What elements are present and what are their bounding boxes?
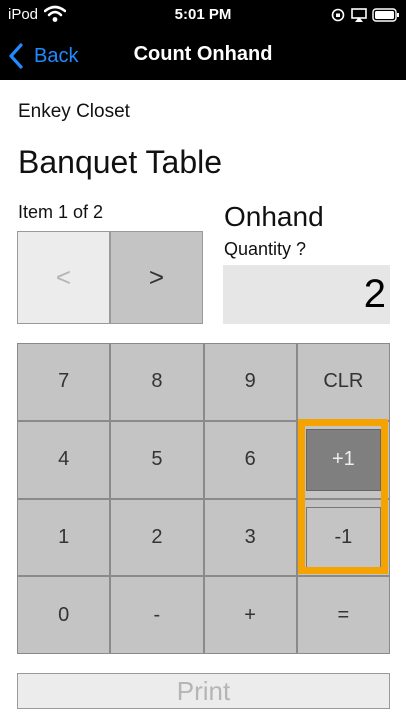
onhand-heading: Onhand (224, 201, 324, 232)
key-2[interactable]: 2 (111, 499, 203, 576)
equals-key[interactable]: = (297, 577, 389, 653)
decrement-button[interactable]: -1 (305, 506, 381, 569)
key-7[interactable]: 7 (18, 344, 110, 420)
battery-icon (372, 8, 399, 22)
next-item-button[interactable]: > (110, 231, 203, 324)
plus-key[interactable]: + (204, 577, 296, 653)
location-label: Enkey Closet (18, 101, 130, 122)
key-6[interactable]: 6 (204, 421, 296, 498)
airplay-icon (351, 8, 367, 22)
status-time: 5:01 PM (174, 6, 232, 23)
key-9[interactable]: 9 (204, 344, 296, 420)
key-1[interactable]: 1 (18, 499, 110, 576)
quantity-label: Quantity ? (224, 239, 307, 259)
item-name: Banquet Table (18, 144, 223, 180)
minus-key[interactable]: - (111, 577, 203, 653)
quantity-display[interactable]: 2 (223, 265, 390, 324)
orientation-lock-icon (331, 8, 345, 22)
key-0[interactable]: 0 (18, 577, 110, 653)
item-counter: Item 1 of 2 (18, 202, 104, 222)
clear-button[interactable]: CLR (297, 344, 389, 420)
key-8[interactable]: 8 (111, 344, 203, 420)
key-5[interactable]: 5 (111, 421, 203, 498)
keypad: 7 8 9 CLR 4 5 6 +1 1 2 3 -1 0 - + = (17, 343, 390, 654)
page-title: Count Onhand (133, 43, 273, 65)
increment-cell: +1 (297, 421, 389, 498)
status-bar: iPod 5:01 PM (0, 0, 406, 32)
key-3[interactable]: 3 (204, 499, 296, 576)
previous-item-button[interactable]: < (17, 231, 110, 324)
key-4[interactable]: 4 (18, 421, 110, 498)
decrement-cell: -1 (297, 499, 389, 576)
navigation-bar: Back Count Onhand (0, 32, 406, 80)
increment-button[interactable]: +1 (305, 428, 381, 491)
print-button[interactable]: Print (17, 673, 390, 709)
